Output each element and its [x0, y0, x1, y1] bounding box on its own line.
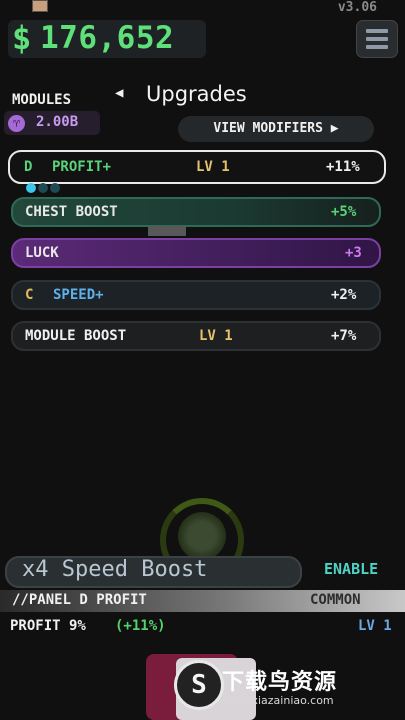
module-row-speed[interactable]: C SPEED+ +2%: [11, 280, 381, 310]
module-name: MODULE BOOST: [25, 328, 127, 344]
module-currency-value: 2.00B: [36, 114, 79, 130]
module-bonus: +2%: [331, 287, 357, 303]
progress-dot: [38, 183, 48, 193]
dollar-icon: $: [12, 19, 32, 57]
back-arrow-icon[interactable]: ◀: [115, 85, 123, 101]
player-avatar[interactable]: [32, 0, 48, 12]
view-modifiers-button[interactable]: VIEW MODIFIERS ▶: [178, 116, 374, 142]
watermark-url: www.xiazainiao.com: [222, 694, 334, 707]
module-row-profit[interactable]: D PROFIT+ LV 1 +11%: [8, 150, 386, 184]
decorative-block: [148, 226, 186, 236]
money-value: 176,652: [40, 20, 175, 56]
module-level: LV 1: [196, 159, 230, 175]
module-name: SPEED+: [53, 287, 104, 303]
module-progress-dots: [26, 178, 62, 197]
watermark-title: 下载鸟资源: [222, 670, 338, 695]
module-bonus: +11%: [326, 159, 360, 175]
module-grade: C: [25, 287, 34, 303]
progress-dot: [50, 183, 60, 193]
module-level: LV 1: [199, 328, 233, 344]
menu-icon: [366, 29, 388, 33]
module-row-luck[interactable]: LUCK +3: [11, 238, 381, 268]
panel-level: LV 1: [358, 618, 392, 634]
version-label: v3.06: [337, 0, 377, 15]
module-name: CHEST BOOST: [25, 204, 118, 220]
module-row-chest-boost[interactable]: CHEST BOOST +5%: [11, 197, 381, 227]
watermark-logo-icon: S: [174, 660, 224, 710]
modules-label: MODULES: [12, 92, 72, 108]
module-bonus: +7%: [331, 328, 357, 344]
module-bonus: +3: [345, 245, 362, 261]
module-currency-icon: ♈: [8, 115, 25, 132]
panel-title: //PANEL D PROFIT: [12, 592, 147, 608]
panel-rarity: COMMON: [310, 592, 361, 608]
module-bonus: +5%: [331, 204, 357, 220]
module-name: LUCK: [25, 245, 59, 261]
page-title: Upgrades: [146, 82, 247, 106]
speed-boost-label: x4 Speed Boost: [22, 557, 208, 582]
panel-bonus: (+11%): [115, 618, 166, 634]
progress-dot: [26, 183, 36, 193]
menu-button[interactable]: [356, 20, 398, 58]
enable-speed-boost-button[interactable]: ENABLE: [324, 560, 378, 578]
module-row-module-boost[interactable]: MODULE BOOST LV 1 +7%: [11, 321, 381, 351]
module-core-icon: [178, 512, 226, 560]
panel-stat: PROFIT 9%: [10, 618, 86, 634]
